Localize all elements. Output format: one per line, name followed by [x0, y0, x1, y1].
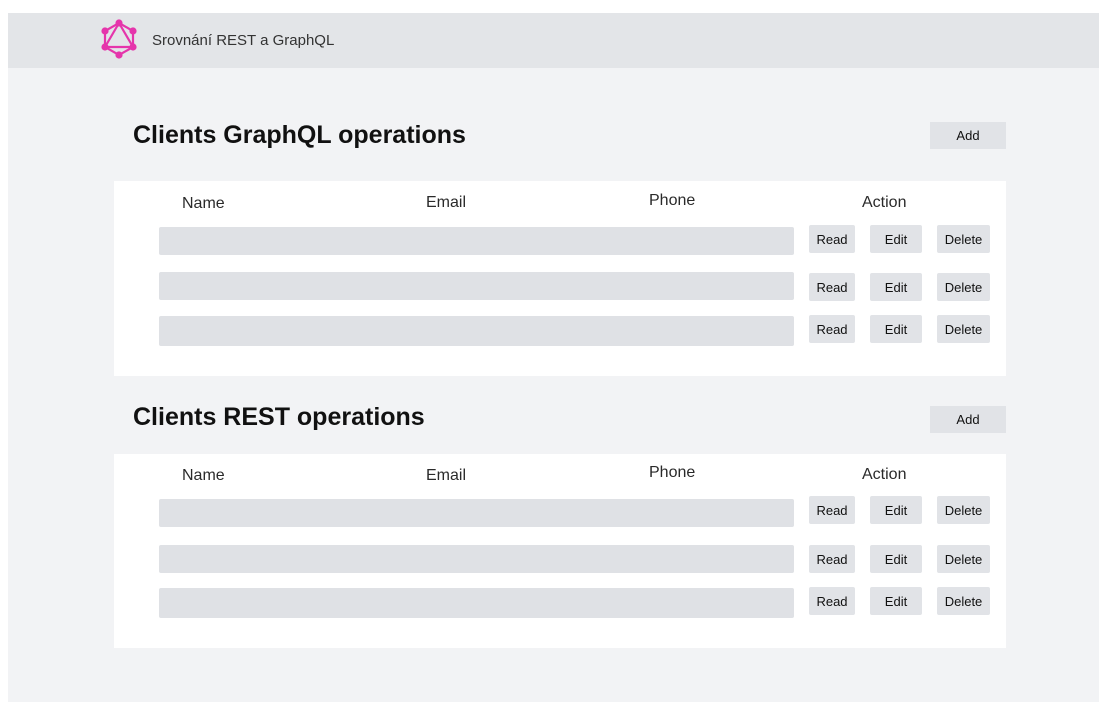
row-data-placeholder: [159, 499, 794, 527]
delete-button[interactable]: Delete: [937, 545, 990, 573]
row-data-placeholder: [159, 588, 794, 618]
add-client-graphql-button[interactable]: Add: [930, 122, 1006, 149]
graphql-logo-icon: [100, 19, 138, 59]
column-header-name: Name: [182, 467, 225, 484]
clients-table-graphql: Name Email Phone Action Read Edit Delete…: [114, 181, 1006, 376]
read-button[interactable]: Read: [809, 273, 855, 301]
section-title-graphql: Clients GraphQL operations: [133, 121, 466, 149]
read-button[interactable]: Read: [809, 225, 855, 253]
edit-button[interactable]: Edit: [870, 315, 922, 343]
edit-button[interactable]: Edit: [870, 545, 922, 573]
column-header-action: Action: [862, 466, 907, 483]
column-header-phone: Phone: [649, 464, 696, 481]
row-data-placeholder: [159, 272, 794, 300]
row-data-placeholder: [159, 545, 794, 573]
edit-button[interactable]: Edit: [870, 273, 922, 301]
read-button[interactable]: Read: [809, 315, 855, 343]
column-header-email: Email: [426, 467, 467, 484]
edit-button[interactable]: Edit: [870, 496, 922, 524]
edit-button[interactable]: Edit: [870, 225, 922, 253]
edit-button[interactable]: Edit: [870, 587, 922, 615]
column-header-phone: Phone: [649, 192, 696, 209]
app-title: Srovnání REST a GraphQL: [152, 32, 335, 49]
read-button[interactable]: Read: [809, 587, 855, 615]
delete-button[interactable]: Delete: [937, 273, 990, 301]
delete-button[interactable]: Delete: [937, 315, 990, 343]
read-button[interactable]: Read: [809, 496, 855, 524]
column-header-action: Action: [862, 194, 907, 211]
add-client-rest-button[interactable]: Add: [930, 406, 1006, 433]
top-navbar: Srovnání REST a GraphQL: [8, 13, 1099, 68]
delete-button[interactable]: Delete: [937, 496, 990, 524]
row-data-placeholder: [159, 316, 794, 346]
clients-table-rest: Name Email Phone Action Read Edit Delete…: [114, 454, 1006, 648]
read-button[interactable]: Read: [809, 545, 855, 573]
column-header-name: Name: [182, 195, 225, 212]
app-window: Srovnání REST a GraphQL Clients GraphQL …: [8, 13, 1099, 702]
delete-button[interactable]: Delete: [937, 587, 990, 615]
column-header-email: Email: [426, 194, 467, 211]
row-data-placeholder: [159, 227, 794, 255]
section-title-rest: Clients REST operations: [133, 403, 425, 431]
delete-button[interactable]: Delete: [937, 225, 990, 253]
